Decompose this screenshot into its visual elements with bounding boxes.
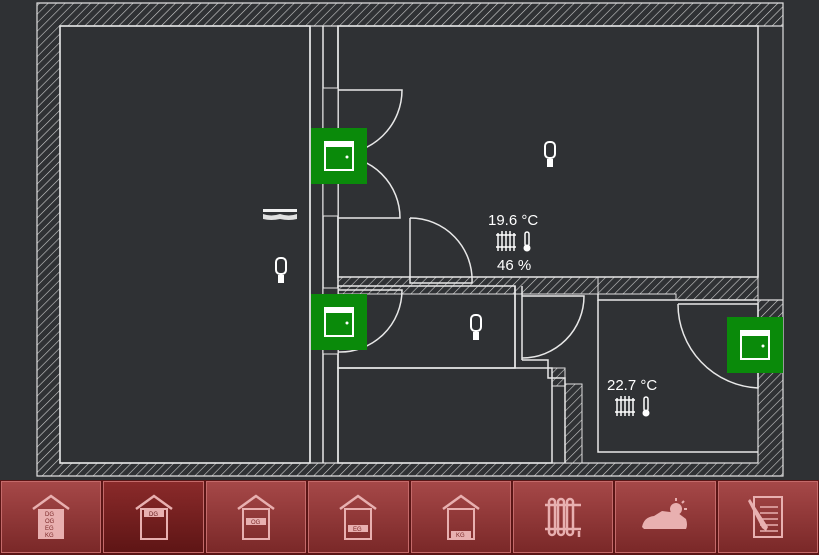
notepad-icon [747, 496, 783, 538]
floor-label: EG [353, 527, 362, 533]
nav-notes-button[interactable] [717, 481, 818, 553]
house-eg-icon: EG [339, 494, 378, 540]
window-sensor-button[interactable] [311, 128, 367, 184]
nav-dg-button[interactable]: DG [103, 481, 204, 553]
blind-icon[interactable] [262, 208, 298, 222]
window-sensor-button[interactable] [311, 294, 367, 350]
nav-all-floors-button[interactable]: DG OG EG KG [1, 481, 102, 553]
nav-weather-button[interactable] [615, 481, 716, 553]
temperature-readout: 22.7 °C [607, 377, 658, 394]
floor-label: OG [45, 519, 55, 525]
house-kg-icon: KG [441, 494, 480, 540]
floor-label: KG [45, 533, 54, 539]
floor-label: KG [456, 533, 465, 539]
lamp-icon[interactable] [273, 256, 289, 286]
window-icon [740, 330, 770, 360]
floor-label: DG [149, 512, 158, 518]
house-og-icon: OG [237, 494, 275, 540]
lamp-icon[interactable] [542, 140, 558, 170]
navigation-bar: DG OG EG KG DG OG EG KG [0, 480, 819, 555]
floor-label: OG [251, 520, 261, 526]
radiator-icon [545, 497, 582, 537]
window-icon [324, 307, 354, 337]
floor-label: DG [45, 512, 54, 518]
radiator-thermometer-icon[interactable] [615, 394, 655, 418]
window-icon [324, 141, 354, 171]
lamp-icon[interactable] [468, 313, 484, 343]
car-weather-icon [642, 498, 688, 529]
house-dg-icon: DG [134, 494, 173, 540]
nav-og-button[interactable]: OG [205, 481, 307, 553]
radiator-thermometer-icon[interactable] [496, 229, 536, 253]
window-sensor-button[interactable] [727, 317, 783, 373]
floor-label: EG [45, 526, 54, 532]
nav-kg-button[interactable]: KG [410, 481, 511, 553]
humidity-readout: 46 % [497, 257, 532, 274]
nav-heating-button[interactable] [512, 481, 614, 553]
house-all-floors-icon: DG OG EG KG [32, 494, 70, 539]
temperature-readout: 19.6 °C [488, 212, 539, 229]
nav-eg-button[interactable]: EG [308, 481, 409, 553]
floor-plan [0, 0, 819, 480]
